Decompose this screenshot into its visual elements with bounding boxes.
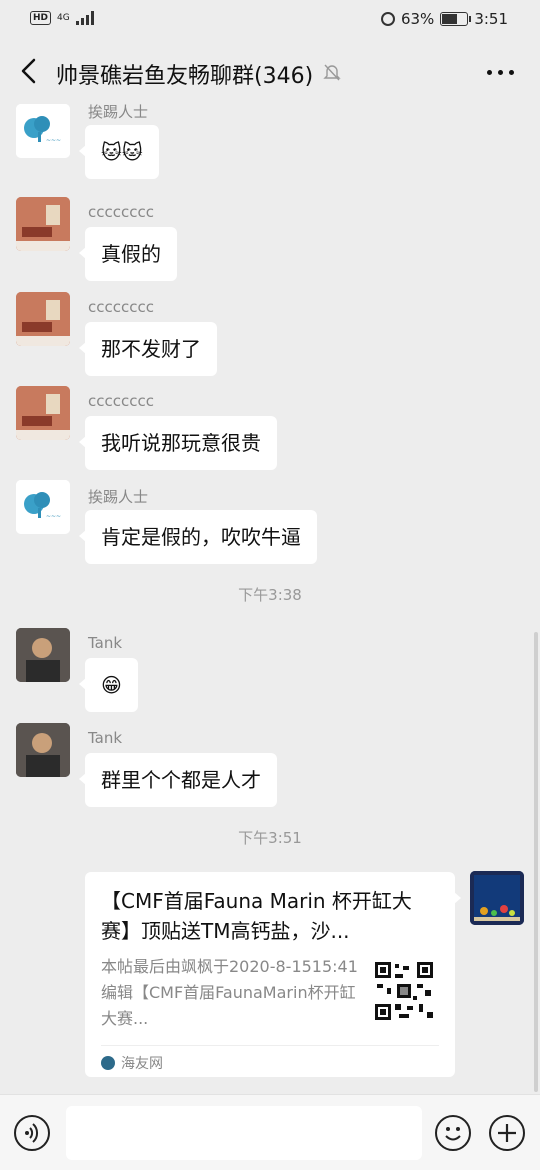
qr-code-icon <box>373 960 435 1022</box>
sender-name: 挨踢人士 <box>88 488 149 506</box>
svg-text:~~~: ~~~ <box>46 513 61 520</box>
svg-text:~~~: ~~~ <box>46 137 61 144</box>
my-avatar[interactable] <box>470 871 524 925</box>
voice-icon[interactable] <box>14 1115 50 1151</box>
more-dots-icon[interactable] <box>487 70 514 75</box>
status-time: 3:51 <box>474 10 508 28</box>
message-bubble[interactable]: 那不发财了 <box>79 322 217 376</box>
network-type: 4G <box>57 12 70 23</box>
link-card-title: 【CMF首届Fauna Marin 杯开缸大赛】顶贴送TM高钙盐，沙... <box>101 889 412 943</box>
avatar[interactable]: ~~~ <box>16 104 70 158</box>
bell-off-icon <box>323 64 341 81</box>
avatar[interactable]: ~~~ <box>16 480 70 534</box>
battery-percent: 63% <box>400 10 435 28</box>
hd-icon: HD <box>30 11 52 25</box>
chat-title[interactable]: 帅景礁岩鱼友畅聊群(346) <box>56 58 313 90</box>
sender-name: Tank <box>88 634 123 652</box>
sender-name: cccccccc <box>88 298 154 316</box>
sender-name: cccccccc <box>88 392 154 410</box>
source-logo-icon <box>101 1056 115 1070</box>
sender-name: 挨踢人士 <box>88 104 149 121</box>
scrollbar[interactable] <box>534 632 538 1092</box>
message-bubble[interactable]: 群里个个都是人才 <box>79 753 277 807</box>
timestamp: 下午3:38 <box>238 586 302 604</box>
message-input[interactable] <box>66 1106 422 1160</box>
message-bubble[interactable]: 😁 <box>79 658 138 712</box>
avatar[interactable] <box>16 197 70 251</box>
battery-icon <box>440 12 472 26</box>
chat-header: 帅景礁岩鱼友畅聊群(346) <box>0 40 540 104</box>
message-bubble[interactable]: 我听说那玩意很贵 <box>79 416 277 470</box>
input-bar <box>0 1094 540 1170</box>
plus-icon[interactable] <box>489 1115 525 1151</box>
message-bubble[interactable]: 真假的 <box>79 227 177 281</box>
timestamp: 下午3:51 <box>238 829 302 847</box>
sender-name: Tank <box>88 729 123 747</box>
status-bar: HD 4G 63% 3:51 <box>0 0 540 40</box>
signal-icon <box>75 11 94 25</box>
sender-name: cccccccc <box>88 203 154 221</box>
avatar[interactable] <box>16 292 70 346</box>
divider <box>101 1045 439 1046</box>
chat-area[interactable]: ~~~ 挨踢人士 🐱🐱 cccccccc 真假的 cccccccc 那不发财了 … <box>0 104 540 1094</box>
alarm-icon <box>380 12 395 26</box>
chevron-left-icon[interactable] <box>20 58 38 84</box>
link-card-source: 海友网 <box>101 1053 163 1073</box>
emoji-icon[interactable] <box>435 1115 471 1151</box>
link-card[interactable]: 【CMF首届Fauna Marin 杯开缸大赛】顶贴送TM高钙盐，沙... 本帖… <box>85 872 461 1077</box>
link-card-description: 本帖最后由飒枫于2020-8-1515:41编辑【CMF首届FaunaMarin… <box>101 957 358 1028</box>
source-name: 海友网 <box>121 1056 163 1072</box>
avatar[interactable] <box>16 628 70 682</box>
message-bubble[interactable]: 肯定是假的，吹吹牛逼 <box>79 510 317 564</box>
message-bubble[interactable]: 🐱🐱 <box>79 125 159 179</box>
avatar[interactable] <box>16 386 70 440</box>
avatar[interactable] <box>16 723 70 777</box>
